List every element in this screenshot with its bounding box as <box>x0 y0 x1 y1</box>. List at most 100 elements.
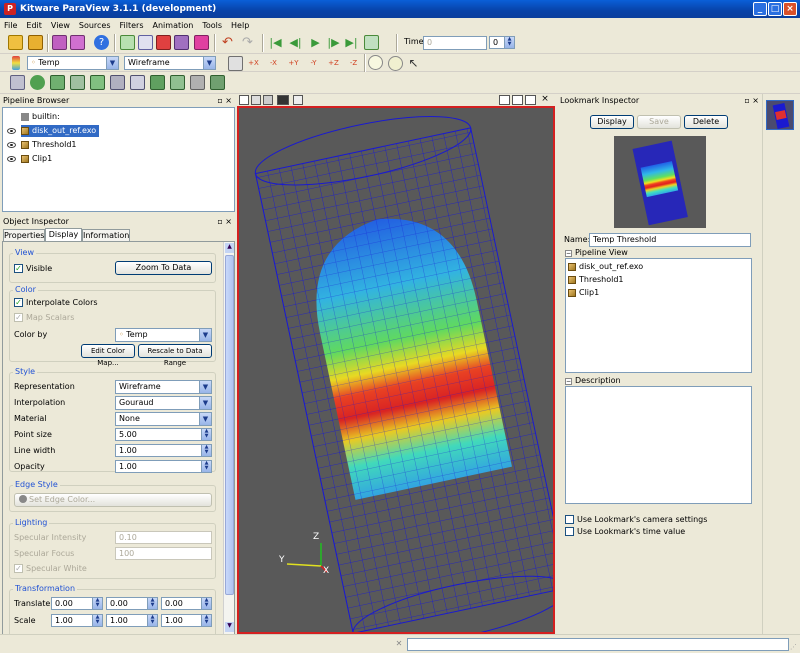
collapse-icon[interactable]: − <box>565 250 572 257</box>
disconnect-icon[interactable] <box>70 35 85 50</box>
specular-white-checkbox[interactable]: ✓ <box>14 564 23 573</box>
point-size-spinbox[interactable]: 5.00 ▲ ▼ <box>115 428 212 441</box>
float-close-icon[interactable]: ▫ × <box>217 95 232 106</box>
spin-arrows-icon[interactable]: ▲ ▼ <box>504 37 514 48</box>
color-map-icon[interactable] <box>12 56 20 70</box>
menu-file[interactable]: File <box>4 21 17 30</box>
previous-frame-icon[interactable]: ◀| <box>288 35 303 50</box>
color-by-combo[interactable]: ◦ Temp ▼ <box>27 56 119 70</box>
menu-view[interactable]: View <box>51 21 70 30</box>
minimize-button[interactable]: _ <box>753 2 767 16</box>
view-minus-y-icon[interactable]: -Y <box>306 56 321 71</box>
set-edge-color-button[interactable]: Set Edge Color... <box>14 493 212 507</box>
spin-arrows-icon[interactable]: ▲ ▼ <box>201 461 211 472</box>
close-button[interactable]: × <box>783 2 797 16</box>
scrollbar-thumb[interactable] <box>225 255 234 595</box>
spin-arrows-icon[interactable]: ▲ ▼ <box>92 598 102 609</box>
maximize-button[interactable]: □ <box>768 2 782 16</box>
spin-arrows-icon[interactable]: ▲ ▼ <box>147 615 157 626</box>
loop-icon[interactable] <box>364 35 379 50</box>
select-icon[interactable] <box>138 35 153 50</box>
split-vertical-icon[interactable] <box>512 95 523 105</box>
use-time-checkbox[interactable] <box>565 527 574 536</box>
close-view-icon[interactable]: × <box>539 94 551 106</box>
select-points-icon[interactable] <box>174 35 189 50</box>
use-camera-checkbox[interactable] <box>565 515 574 524</box>
specular-intensity-spinbox[interactable]: 0.10 <box>115 531 212 544</box>
eye-icon[interactable] <box>7 128 16 134</box>
stream-tracer-icon[interactable] <box>150 75 165 90</box>
line-width-spinbox[interactable]: 1.00 ▲ ▼ <box>115 444 212 457</box>
open-folder-icon[interactable] <box>28 35 43 50</box>
abort-icon[interactable]: ✕ <box>394 639 404 649</box>
render-view[interactable]: Z Y X <box>237 106 555 634</box>
view-plus-x-icon[interactable]: +X <box>246 56 261 71</box>
extract-subset-icon[interactable] <box>110 75 125 90</box>
map-scalars-checkbox[interactable]: ✓ <box>14 313 23 322</box>
scroll-down-icon[interactable]: ▼ <box>225 622 234 632</box>
first-frame-icon[interactable]: |◀ <box>268 35 283 50</box>
view-plus-y-icon[interactable]: +Y <box>286 56 301 71</box>
spin-arrows-icon[interactable]: ▲ ▼ <box>147 598 157 609</box>
translate-z-spinbox[interactable]: 0.00 ▲ ▼ <box>161 597 212 610</box>
next-frame-icon[interactable]: |▶ <box>326 35 341 50</box>
scroll-up-icon[interactable]: ▲ <box>225 243 234 253</box>
threshold-icon[interactable] <box>90 75 105 90</box>
select-frustum-icon[interactable] <box>194 35 209 50</box>
collapse-icon[interactable]: − <box>565 378 572 385</box>
tab-display[interactable]: Display <box>45 228 82 242</box>
resize-grip-icon[interactable]: ⋰ <box>790 643 798 651</box>
scale-y-spinbox[interactable]: 1.00 ▲ ▼ <box>106 614 158 627</box>
pointer-icon[interactable]: ↖ <box>406 56 421 71</box>
play-icon[interactable]: ▶ <box>308 35 323 50</box>
view-plus-z-icon[interactable]: +Z <box>326 56 341 71</box>
maximize-view-icon[interactable] <box>525 95 536 105</box>
opacity-spinbox[interactable]: 1.00 ▲ ▼ <box>115 460 212 473</box>
float-close-icon[interactable]: ▫ × <box>744 95 759 106</box>
edit-color-map-button[interactable]: Edit Color Map... <box>81 344 135 367</box>
rotation-center-icon[interactable] <box>368 55 383 70</box>
lookmark-save-button[interactable]: Save <box>637 115 681 129</box>
contour-icon[interactable] <box>30 75 45 90</box>
visible-checkbox[interactable]: ✓ <box>14 264 23 273</box>
representation-select[interactable]: Wireframe ▼ <box>115 380 212 394</box>
last-frame-icon[interactable]: ▶| <box>344 35 359 50</box>
translate-x-spinbox[interactable]: 0.00 ▲ ▼ <box>51 597 103 610</box>
split-horizontal-icon[interactable] <box>499 95 510 105</box>
lookmark-display-button[interactable]: Display <box>590 115 634 129</box>
spin-arrows-icon[interactable]: ▲ ▼ <box>201 615 211 626</box>
reset-view-icon[interactable] <box>251 95 261 105</box>
zoom-to-data-button[interactable]: Zoom To Data <box>115 261 212 275</box>
group-icon[interactable] <box>190 75 205 90</box>
view-minus-z-icon[interactable]: -Z <box>346 56 361 71</box>
tree-item-disk-out-ref[interactable]: disk_out_ref.exo <box>21 125 100 137</box>
lookmark-tree-item[interactable]: Clip1 <box>568 287 599 299</box>
open-file-icon[interactable] <box>8 35 23 50</box>
view-minus-x-icon[interactable]: -X <box>266 56 281 71</box>
specular-focus-spinbox[interactable]: 100 <box>115 547 212 560</box>
pick-center-icon[interactable] <box>388 56 403 71</box>
tree-item-threshold1[interactable]: Threshold1 <box>21 139 77 151</box>
spin-arrows-icon[interactable]: ▲ ▼ <box>92 615 102 626</box>
interpolate-colors-checkbox[interactable]: ✓ <box>14 298 23 307</box>
select-cells-icon[interactable] <box>156 35 171 50</box>
camera-icon[interactable] <box>277 95 289 105</box>
clip-icon[interactable] <box>50 75 65 90</box>
reset-camera-icon[interactable] <box>120 35 135 50</box>
color-by-select[interactable]: ◦ Temp ▼ <box>115 328 212 342</box>
rescale-to-data-range-button[interactable]: Rescale to Data Range <box>138 344 212 367</box>
scrollbar[interactable]: ▲ ▼ <box>223 242 234 634</box>
menu-sources[interactable]: Sources <box>79 21 111 30</box>
glyph-icon[interactable] <box>130 75 145 90</box>
lookmark-thumbnail-button[interactable] <box>766 100 794 130</box>
lookmark-delete-button[interactable]: Delete <box>684 115 728 129</box>
warp-icon[interactable] <box>170 75 185 90</box>
lookmark-icon[interactable] <box>263 95 273 105</box>
menu-tools[interactable]: Tools <box>202 21 222 30</box>
eye-icon[interactable] <box>7 142 16 148</box>
extract-level-icon[interactable] <box>210 75 225 90</box>
slice-icon[interactable] <box>70 75 85 90</box>
lookmark-name-field[interactable]: Temp Threshold <box>589 233 751 247</box>
menu-filters[interactable]: Filters <box>120 21 144 30</box>
float-close-icon[interactable]: ▫ × <box>217 216 232 227</box>
